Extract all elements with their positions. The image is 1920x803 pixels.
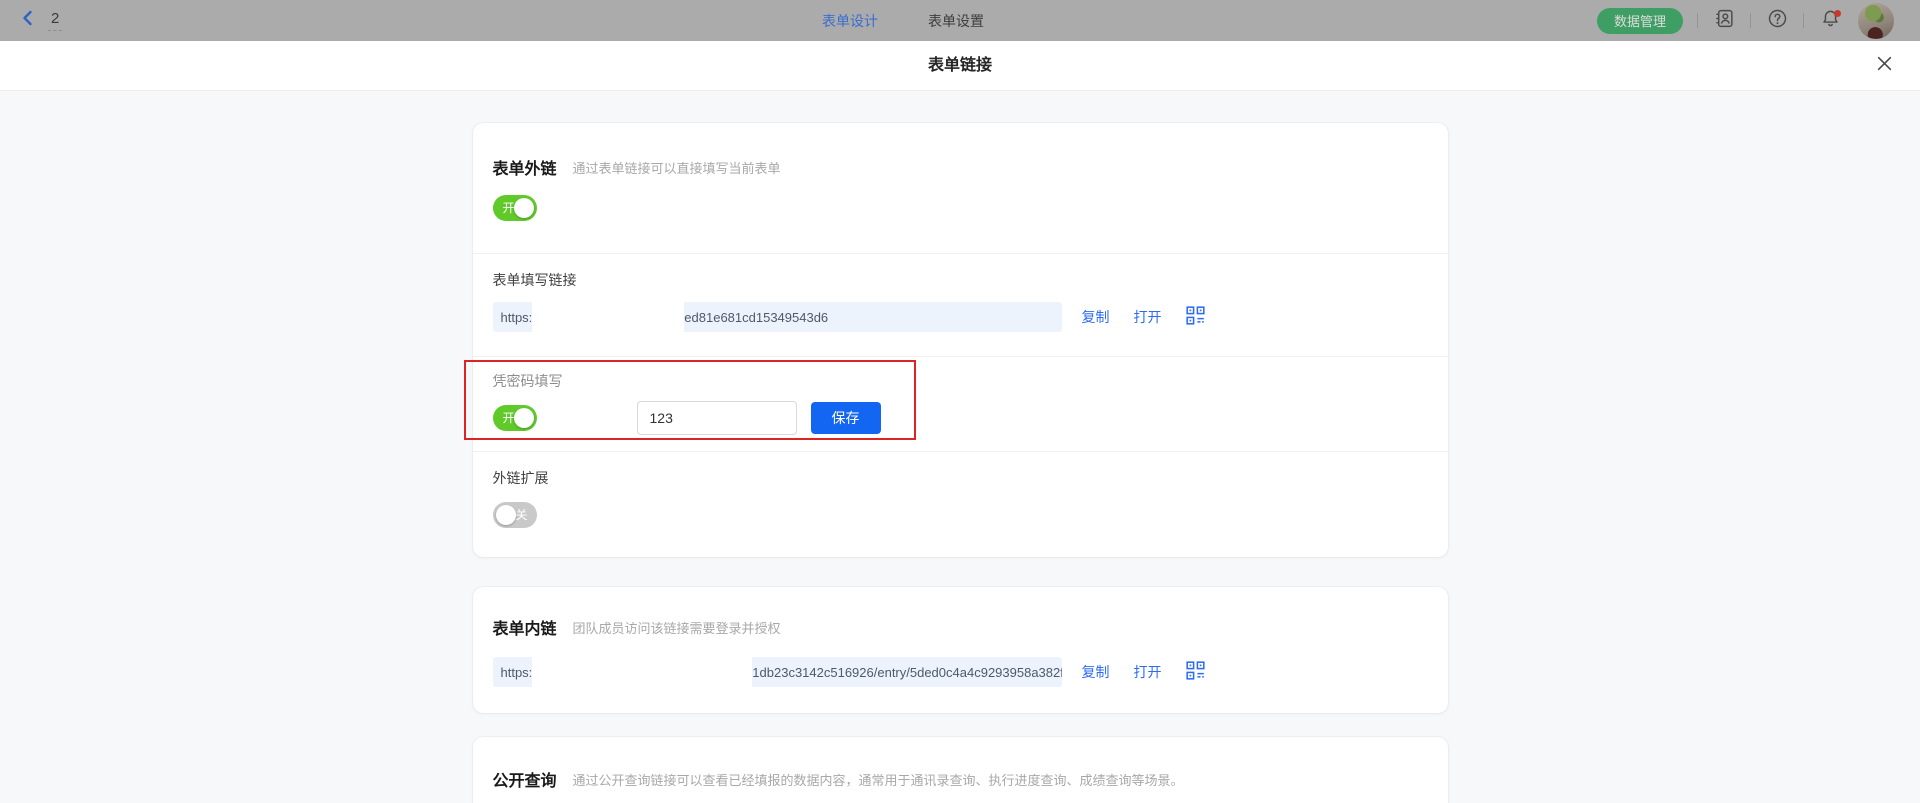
url-visible-part: ed81e681cd15349543d6 — [684, 310, 828, 325]
close-icon — [1876, 55, 1893, 77]
form-link-modal: 表单链接 表单外链 通过表单链接可以直接填写当前表单 开 — [0, 41, 1920, 803]
section-title: 公开查询 — [493, 767, 557, 791]
internal-link-url-box[interactable]: https: 1db23c3142c516926/entry/5ded0c4a4… — [493, 657, 1062, 687]
section-fill-link: 表单填写链接 https: ed81e681cd15349543d6 复制 打开 — [473, 254, 1448, 356]
card-internal-link: 表单内链 团队成员访问该链接需要登录并授权 https: 1db23c3142c… — [473, 587, 1448, 713]
password-input[interactable] — [637, 401, 797, 435]
top-bar: 2 表单设计 表单设置 数据管理 — [0, 0, 1920, 41]
divider — [1697, 13, 1698, 28]
notifications-button[interactable] — [1818, 9, 1842, 33]
copy-link[interactable]: 复制 — [1082, 307, 1110, 327]
section-description: 通过公开查询链接可以查看已经填报的数据内容，通常用于通讯录查询、执行进度查询、成… — [573, 770, 1184, 789]
modal-title: 表单链接 — [0, 41, 1920, 91]
back-group: 2 — [18, 10, 62, 31]
url-prefix: https: — [493, 665, 533, 680]
url-redaction — [532, 657, 752, 687]
qr-code-icon[interactable] — [1186, 661, 1205, 683]
divider — [1803, 13, 1804, 28]
section-password-fill: 凭密码填写 开 保存 — [473, 357, 1448, 451]
help-button[interactable] — [1765, 9, 1789, 33]
external-link-toggle[interactable]: 开 — [493, 195, 537, 221]
toggle-off-label: 关 — [515, 502, 527, 528]
url-redaction — [532, 302, 684, 332]
toggle-knob — [496, 505, 516, 525]
center-tabs: 表单设计 表单设置 — [822, 0, 984, 41]
url-visible-part: 1db23c3142c516926/entry/5ded0c4a4c929395… — [752, 665, 1061, 680]
section-title: 表单外链 — [493, 155, 557, 179]
notification-dot — [1834, 10, 1841, 17]
toggle-on-label: 开 — [503, 405, 515, 431]
card-external-link: 表单外链 通过表单链接可以直接填写当前表单 开 表单填写链接 https: ed… — [473, 123, 1448, 557]
card-public-query: 公开查询 通过公开查询链接可以查看已经填报的数据内容，通常用于通讯录查询、执行进… — [473, 737, 1448, 803]
back-button[interactable] — [18, 11, 38, 31]
open-link[interactable]: 打开 — [1134, 662, 1162, 682]
section-description: 通过表单链接可以直接填写当前表单 — [573, 158, 781, 177]
section-internal-header: 表单内链 团队成员访问该链接需要登录并授权 https: 1db23c3142c… — [473, 587, 1448, 713]
form-title[interactable]: 2 — [48, 10, 62, 31]
section-link-extension: 外链扩展 关 — [473, 452, 1448, 557]
open-link[interactable]: 打开 — [1134, 307, 1162, 327]
close-button[interactable] — [1874, 56, 1894, 76]
url-prefix: https: — [493, 310, 533, 325]
toggle-knob — [514, 198, 534, 218]
link-extension-label: 外链扩展 — [493, 468, 1428, 488]
tab-form-design[interactable]: 表单设计 — [822, 11, 878, 31]
section-description: 团队成员访问该链接需要登录并授权 — [573, 618, 781, 637]
copy-link[interactable]: 复制 — [1082, 662, 1110, 682]
divider — [1750, 13, 1751, 28]
chevron-left-icon — [19, 9, 37, 32]
section-query-header: 公开查询 通过公开查询链接可以查看已经填报的数据内容，通常用于通讯录查询、执行进… — [473, 737, 1448, 803]
qr-code-icon[interactable] — [1186, 306, 1205, 328]
avatar[interactable] — [1858, 3, 1894, 39]
section-external-header: 表单外链 通过表单链接可以直接填写当前表单 开 — [473, 123, 1448, 253]
toggle-on-label: 开 — [503, 195, 515, 221]
address-book-icon — [1714, 8, 1735, 34]
question-circle-icon — [1767, 8, 1788, 34]
contacts-button[interactable] — [1712, 9, 1736, 33]
modal-body: 表单外链 通过表单链接可以直接填写当前表单 开 表单填写链接 https: ed… — [0, 91, 1920, 803]
fill-link-url-box[interactable]: https: ed81e681cd15349543d6 — [493, 302, 1062, 332]
topbar-right: 数据管理 — [1597, 3, 1894, 39]
toggle-knob — [514, 408, 534, 428]
tab-form-settings[interactable]: 表单设置 — [928, 11, 984, 31]
section-title: 表单内链 — [493, 615, 557, 639]
save-button[interactable]: 保存 — [811, 402, 881, 434]
password-fill-label: 凭密码填写 — [493, 371, 1428, 391]
modal-header: 表单链接 — [0, 41, 1920, 91]
password-fill-toggle[interactable]: 开 — [493, 405, 537, 431]
link-extension-toggle[interactable]: 关 — [493, 502, 537, 528]
fill-link-label: 表单填写链接 — [493, 270, 1428, 290]
data-manage-button[interactable]: 数据管理 — [1597, 8, 1683, 34]
